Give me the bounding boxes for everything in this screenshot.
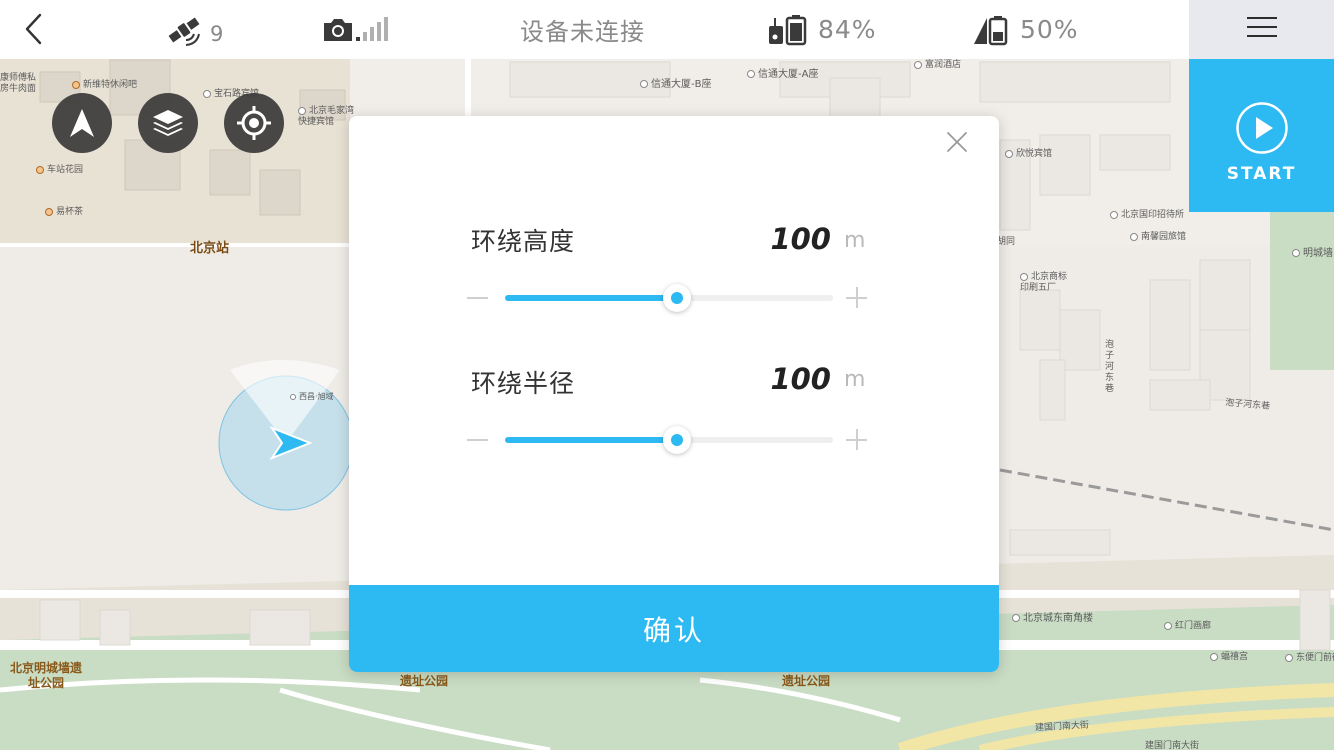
map-label-hutong: 胡同	[997, 237, 1016, 247]
map-label-shangbiao: 北京商标印刷五厂	[1020, 272, 1068, 293]
map-label-mingcheng: 明城墙	[1292, 248, 1333, 259]
start-button[interactable]: START	[1189, 59, 1334, 212]
slider-thumb[interactable]	[663, 284, 692, 312]
rc-battery-percent: 84%	[818, 15, 877, 44]
camera-signal-icon	[324, 16, 388, 41]
map-label-xintong-b: 信通大厦-B座	[640, 79, 711, 90]
orbit-settings-dialog: 环绕高度 100 m 环绕半径 100 m 确认	[349, 116, 999, 672]
back-button[interactable]	[18, 12, 52, 46]
back-arrow-icon	[25, 13, 42, 45]
orbit-height-label: 环绕高度	[471, 227, 576, 256]
height-increase-button[interactable]	[846, 287, 868, 309]
navigation-arrow-icon	[70, 109, 94, 137]
orbit-height-slider[interactable]	[505, 284, 833, 312]
height-decrease-button[interactable]	[467, 287, 489, 309]
map-label-furun-hotel: 富润酒店	[914, 60, 961, 71]
slider-fill	[505, 437, 678, 443]
rc-battery-icon	[769, 14, 807, 45]
drone-battery-icon	[974, 15, 1008, 45]
satellite-icon	[168, 17, 200, 46]
map-label-ming-wall-park-mid2: 遗址公园	[782, 674, 831, 688]
rc-battery-status: 84%	[768, 0, 877, 59]
orbit-radius-label: 环绕半径	[471, 369, 576, 398]
gps-status: 9	[164, 0, 223, 59]
radius-decrease-button[interactable]	[467, 429, 489, 451]
map-label-guoyin: 北京国印招待所	[1110, 210, 1184, 221]
layers-button[interactable]	[138, 93, 198, 153]
orbit-height-value: 100	[770, 222, 831, 256]
connection-status: 设备未连接	[520, 18, 645, 46]
orbit-radius-unit: m	[844, 367, 866, 392]
map-label-dongbian: 东便门前街	[1285, 653, 1334, 664]
radius-increase-button[interactable]	[846, 429, 868, 451]
close-button[interactable]	[945, 130, 969, 154]
slider-thumb[interactable]	[663, 426, 692, 454]
menu-button[interactable]	[1247, 17, 1277, 41]
menu-icon	[1247, 17, 1277, 37]
map-label-kangshi: 康师傅私房牛肉面	[0, 73, 37, 94]
orbit-height-unit: m	[844, 228, 866, 253]
map-label-xichang: 西昌·旭域	[290, 391, 334, 402]
map-label-xintong-a: 信通大厦-A座	[747, 69, 818, 80]
orbit-radius-slider[interactable]	[505, 426, 833, 454]
camera-signal	[322, 0, 392, 59]
orbit-radius-value: 100	[770, 362, 831, 396]
map-label-honggen: 红门画廊	[1164, 621, 1211, 632]
layers-icon	[153, 110, 183, 136]
locate-button[interactable]	[224, 93, 284, 153]
map-label-beijing-station: 北京站	[190, 241, 230, 256]
menu-panel	[1189, 0, 1334, 59]
navigation-button[interactable]	[52, 93, 112, 153]
map-label-jiaolou: 北京城东南角楼	[1012, 613, 1093, 624]
close-icon	[947, 132, 967, 152]
start-label: START	[1226, 164, 1297, 184]
gps-count: 9	[210, 21, 224, 46]
confirm-button[interactable]: 确认	[349, 585, 999, 672]
map-label-xinyue-hotel: 欣悦宾馆	[1005, 149, 1052, 160]
map-label-ming-wall-park: 北京明城墙遗址公园	[10, 661, 83, 690]
aircraft-marker-icon	[218, 360, 354, 511]
drone-battery-percent: 50%	[1020, 15, 1079, 44]
slider-fill	[505, 295, 678, 301]
map-label-paozi-vertical: 泡子河东巷	[1105, 340, 1115, 394]
map-label-yibeicha: 易杯茶	[45, 207, 83, 218]
map-label-ming-wall-park-mid: 遗址公园	[400, 674, 449, 688]
map-label-jianguomen-2: 建国门南大街	[1145, 741, 1200, 750]
play-icon	[1236, 102, 1288, 154]
map-label-chezhan: 车站花园	[36, 165, 83, 176]
status-bar: 9 设备未连接 84% 50%	[0, 0, 1189, 59]
crosshair-icon	[237, 106, 271, 140]
drone-battery-status: 50%	[972, 0, 1079, 59]
map-label-fuxiu: 蝠禧宫	[1210, 652, 1248, 663]
map-label-xintequ: 新维特休闲吧	[72, 80, 137, 91]
map-label-nanxin: 南馨园旅馆	[1130, 232, 1186, 243]
